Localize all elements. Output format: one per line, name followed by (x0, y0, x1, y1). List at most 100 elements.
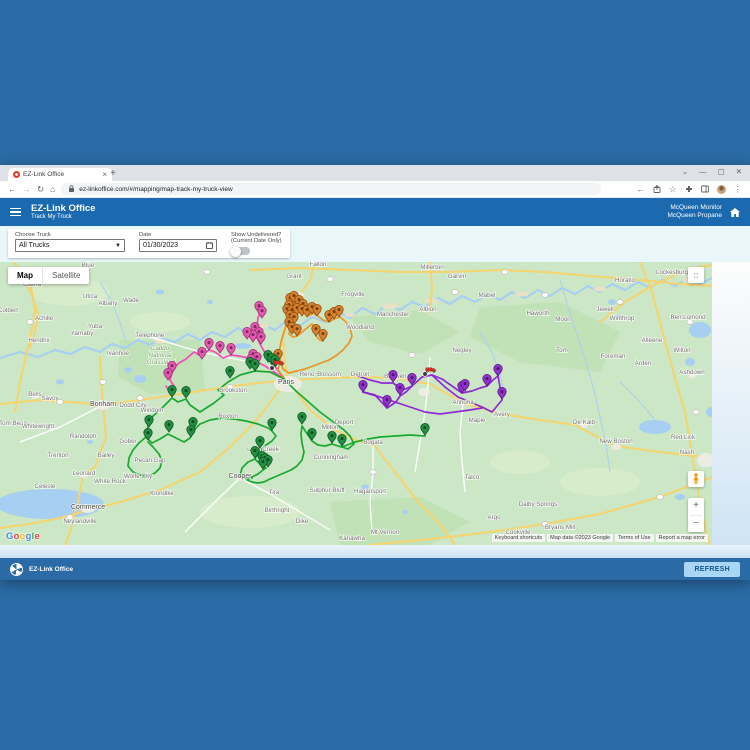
browser-menu-icon[interactable]: ⋮ (734, 185, 743, 194)
truck-select[interactable]: All Trucks ▼ (15, 239, 125, 252)
forward-icon[interactable]: → (23, 185, 32, 194)
extensions-icon[interactable] (685, 185, 693, 193)
calendar-icon (206, 242, 213, 249)
map-attribution-item[interactable]: Keyboard shortcuts (492, 534, 545, 542)
town-label: Klondike (150, 490, 174, 497)
map-lake (685, 358, 695, 366)
town-label: Sulphur Bluff (309, 487, 345, 494)
map-pin-green[interactable] (187, 425, 195, 437)
hamburger-menu-icon[interactable] (10, 208, 21, 217)
new-tab-button[interactable]: + (110, 169, 116, 179)
street-view-pegman[interactable] (688, 471, 704, 487)
road-shield-icon (137, 396, 143, 401)
truck-marker[interactable] (426, 368, 436, 373)
town-label: Foreman (601, 353, 626, 360)
map-pin-green[interactable] (328, 431, 336, 443)
google-logo: Google (6, 531, 40, 542)
town-label: Argo (487, 514, 501, 521)
town-label: Cooper (229, 473, 253, 480)
page-title: Track My Truck (31, 214, 95, 221)
window-maximize-icon[interactable]: ▢ (718, 167, 725, 176)
map-sandbar (515, 292, 529, 297)
map-pin-green[interactable] (298, 412, 306, 424)
map-pin-pink[interactable] (257, 332, 265, 344)
date-input[interactable]: 01/30/2023 (139, 239, 217, 252)
town-label: Ashdown (679, 369, 705, 376)
map-stream (620, 382, 655, 420)
town-label: Wilton (673, 347, 691, 354)
date-label: Date (139, 232, 217, 238)
map-pin-pink[interactable] (227, 343, 235, 355)
map-attribution-item[interactable]: Terms of Use (615, 534, 653, 542)
map-lake (56, 380, 64, 385)
map-canvas[interactable]: BlueCaleraUticaAlbanyWadeColbertAchilleY… (0, 262, 712, 545)
browser-tab[interactable]: EZ-Link Office × (8, 168, 112, 181)
back-icon[interactable]: ← (8, 185, 17, 194)
town-label: Bonham (90, 401, 116, 408)
road-shield-icon (370, 470, 376, 475)
map-type-map-button[interactable]: Map (8, 267, 42, 284)
town-label: Red Lick (671, 434, 696, 441)
town-label: Dalby Springs (519, 501, 558, 508)
town-label: Leonard (73, 470, 96, 477)
town-label: Tom (556, 347, 568, 354)
map-pin-green[interactable] (338, 434, 346, 446)
map-type-satellite-button[interactable]: Satellite (43, 267, 89, 284)
town-label: Frogville (341, 291, 365, 298)
map-pin-green[interactable] (251, 359, 259, 371)
town-label: Albany (99, 300, 119, 307)
url-bar[interactable]: ez-linkoffice.com/#/mapping/map-track-my… (61, 183, 601, 195)
road-shield-icon (617, 300, 623, 305)
map-pin-purple[interactable] (494, 364, 502, 376)
send-to-device-icon[interactable]: ← (636, 185, 645, 194)
undelivered-toggle[interactable] (231, 247, 250, 255)
window-close-icon[interactable]: ✕ (736, 167, 742, 176)
refresh-button[interactable]: REFRESH (684, 562, 740, 577)
zoom-out-button[interactable]: − (688, 516, 704, 533)
map-pin-green[interactable] (165, 420, 173, 432)
fullscreen-button[interactable] (688, 267, 704, 283)
stop-marker[interactable] (270, 366, 275, 371)
side-panel-icon[interactable] (701, 185, 709, 193)
road-shield-icon (542, 293, 548, 298)
town-label: Grant (286, 273, 302, 280)
town-label: Brookston (219, 387, 247, 394)
filter-controls-row: Choose Truck All Trucks ▼ Date 01/30/202… (0, 226, 750, 262)
share-icon[interactable] (653, 185, 661, 193)
footer-brand: EZ-Link Office (29, 566, 73, 573)
map-sandbar (382, 303, 398, 309)
map-pin-purple[interactable] (498, 387, 506, 399)
app-footer: EZ-Link Office REFRESH (0, 558, 750, 580)
bookmark-star-icon[interactable]: ☆ (669, 185, 677, 194)
choose-truck-group: Choose Truck All Trucks ▼ (15, 232, 125, 255)
map-pin-green[interactable] (226, 366, 234, 378)
map-pin-pink[interactable] (205, 338, 213, 350)
fullscreen-icon (694, 271, 698, 280)
profile-avatar[interactable] (717, 185, 726, 194)
town-label: Arden (635, 360, 652, 367)
app-home-icon[interactable] (730, 208, 740, 217)
tab-close-icon[interactable]: × (102, 171, 107, 179)
stop-marker[interactable] (423, 372, 428, 377)
home-icon[interactable]: ⌂ (50, 185, 55, 194)
map-pin-pink[interactable] (216, 341, 224, 353)
map-pin-purple[interactable] (359, 380, 367, 392)
app-title: EZ-Link Office (31, 204, 95, 214)
map-pin-green[interactable] (182, 386, 190, 398)
map-pin-green[interactable] (308, 428, 316, 440)
map-attribution-item[interactable]: Report a map error (656, 534, 708, 542)
map-attribution-item: Map data ©2023 Google (547, 534, 613, 542)
account-company: McQueen Propane (667, 212, 722, 220)
map-pin-green[interactable] (145, 415, 153, 427)
zoom-in-button[interactable]: + (688, 498, 704, 515)
tab-search-icon[interactable]: ⌄ (682, 167, 688, 176)
map-terrain-patch (560, 468, 640, 496)
window-minimize-icon[interactable]: — (699, 167, 707, 176)
town-label: Pecan Gap (135, 457, 167, 464)
ezlink-favicon-icon (13, 171, 20, 178)
map-lake (156, 290, 164, 295)
map-highway (0, 377, 712, 458)
map-pin-purple[interactable] (389, 370, 397, 382)
town-label: Avery (494, 411, 511, 418)
reload-icon[interactable]: ↻ (37, 185, 44, 194)
